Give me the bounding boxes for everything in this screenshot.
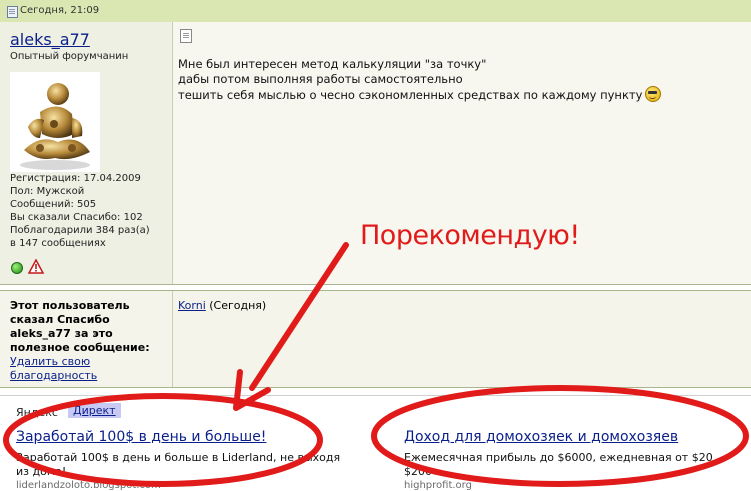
- annotation-circle-ad-1: [3, 393, 323, 487]
- annotation-overlay: [3, 242, 749, 487]
- annotation-circle-ad-2: [371, 385, 749, 487]
- annotation-arrow-shaft: [249, 242, 349, 391]
